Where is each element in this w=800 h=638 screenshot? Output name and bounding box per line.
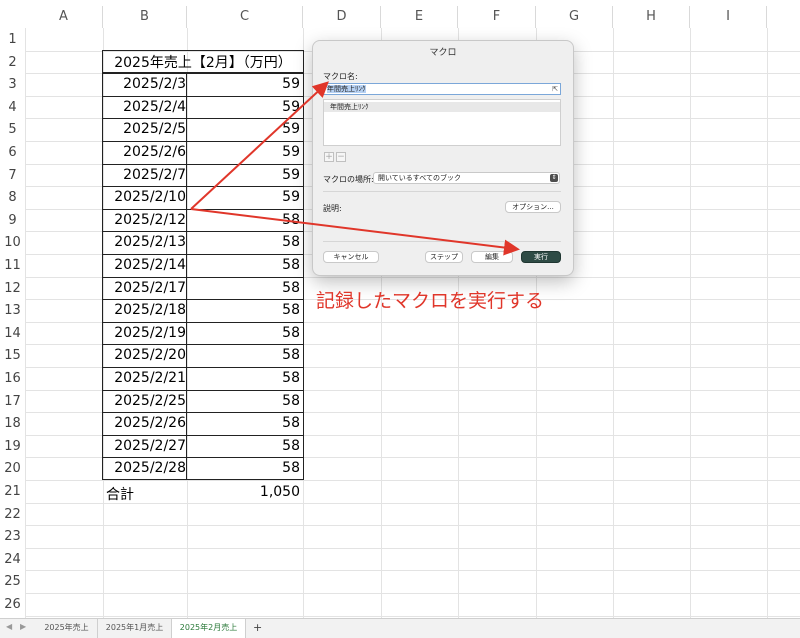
prev-sheet-icon[interactable]: ◀: [6, 622, 12, 631]
arrow-to-macro-name: [190, 81, 329, 210]
sheet-tab-2025-jan[interactable]: 2025年1月売上: [98, 619, 172, 638]
sheet-tab-2025-feb[interactable]: 2025年2月売上: [172, 619, 246, 638]
next-sheet-icon[interactable]: ▶: [20, 622, 26, 631]
sheet-tab-bar: ◀ ▶ 2025年売上 2025年1月売上 2025年2月売上 +: [0, 618, 800, 638]
add-sheet-button[interactable]: +: [253, 619, 262, 638]
arrow-to-run-button: [190, 208, 520, 256]
sheet-tab-2025[interactable]: 2025年売上: [36, 619, 98, 638]
annotation-text: 記録したマクロを実行する: [316, 290, 545, 312]
